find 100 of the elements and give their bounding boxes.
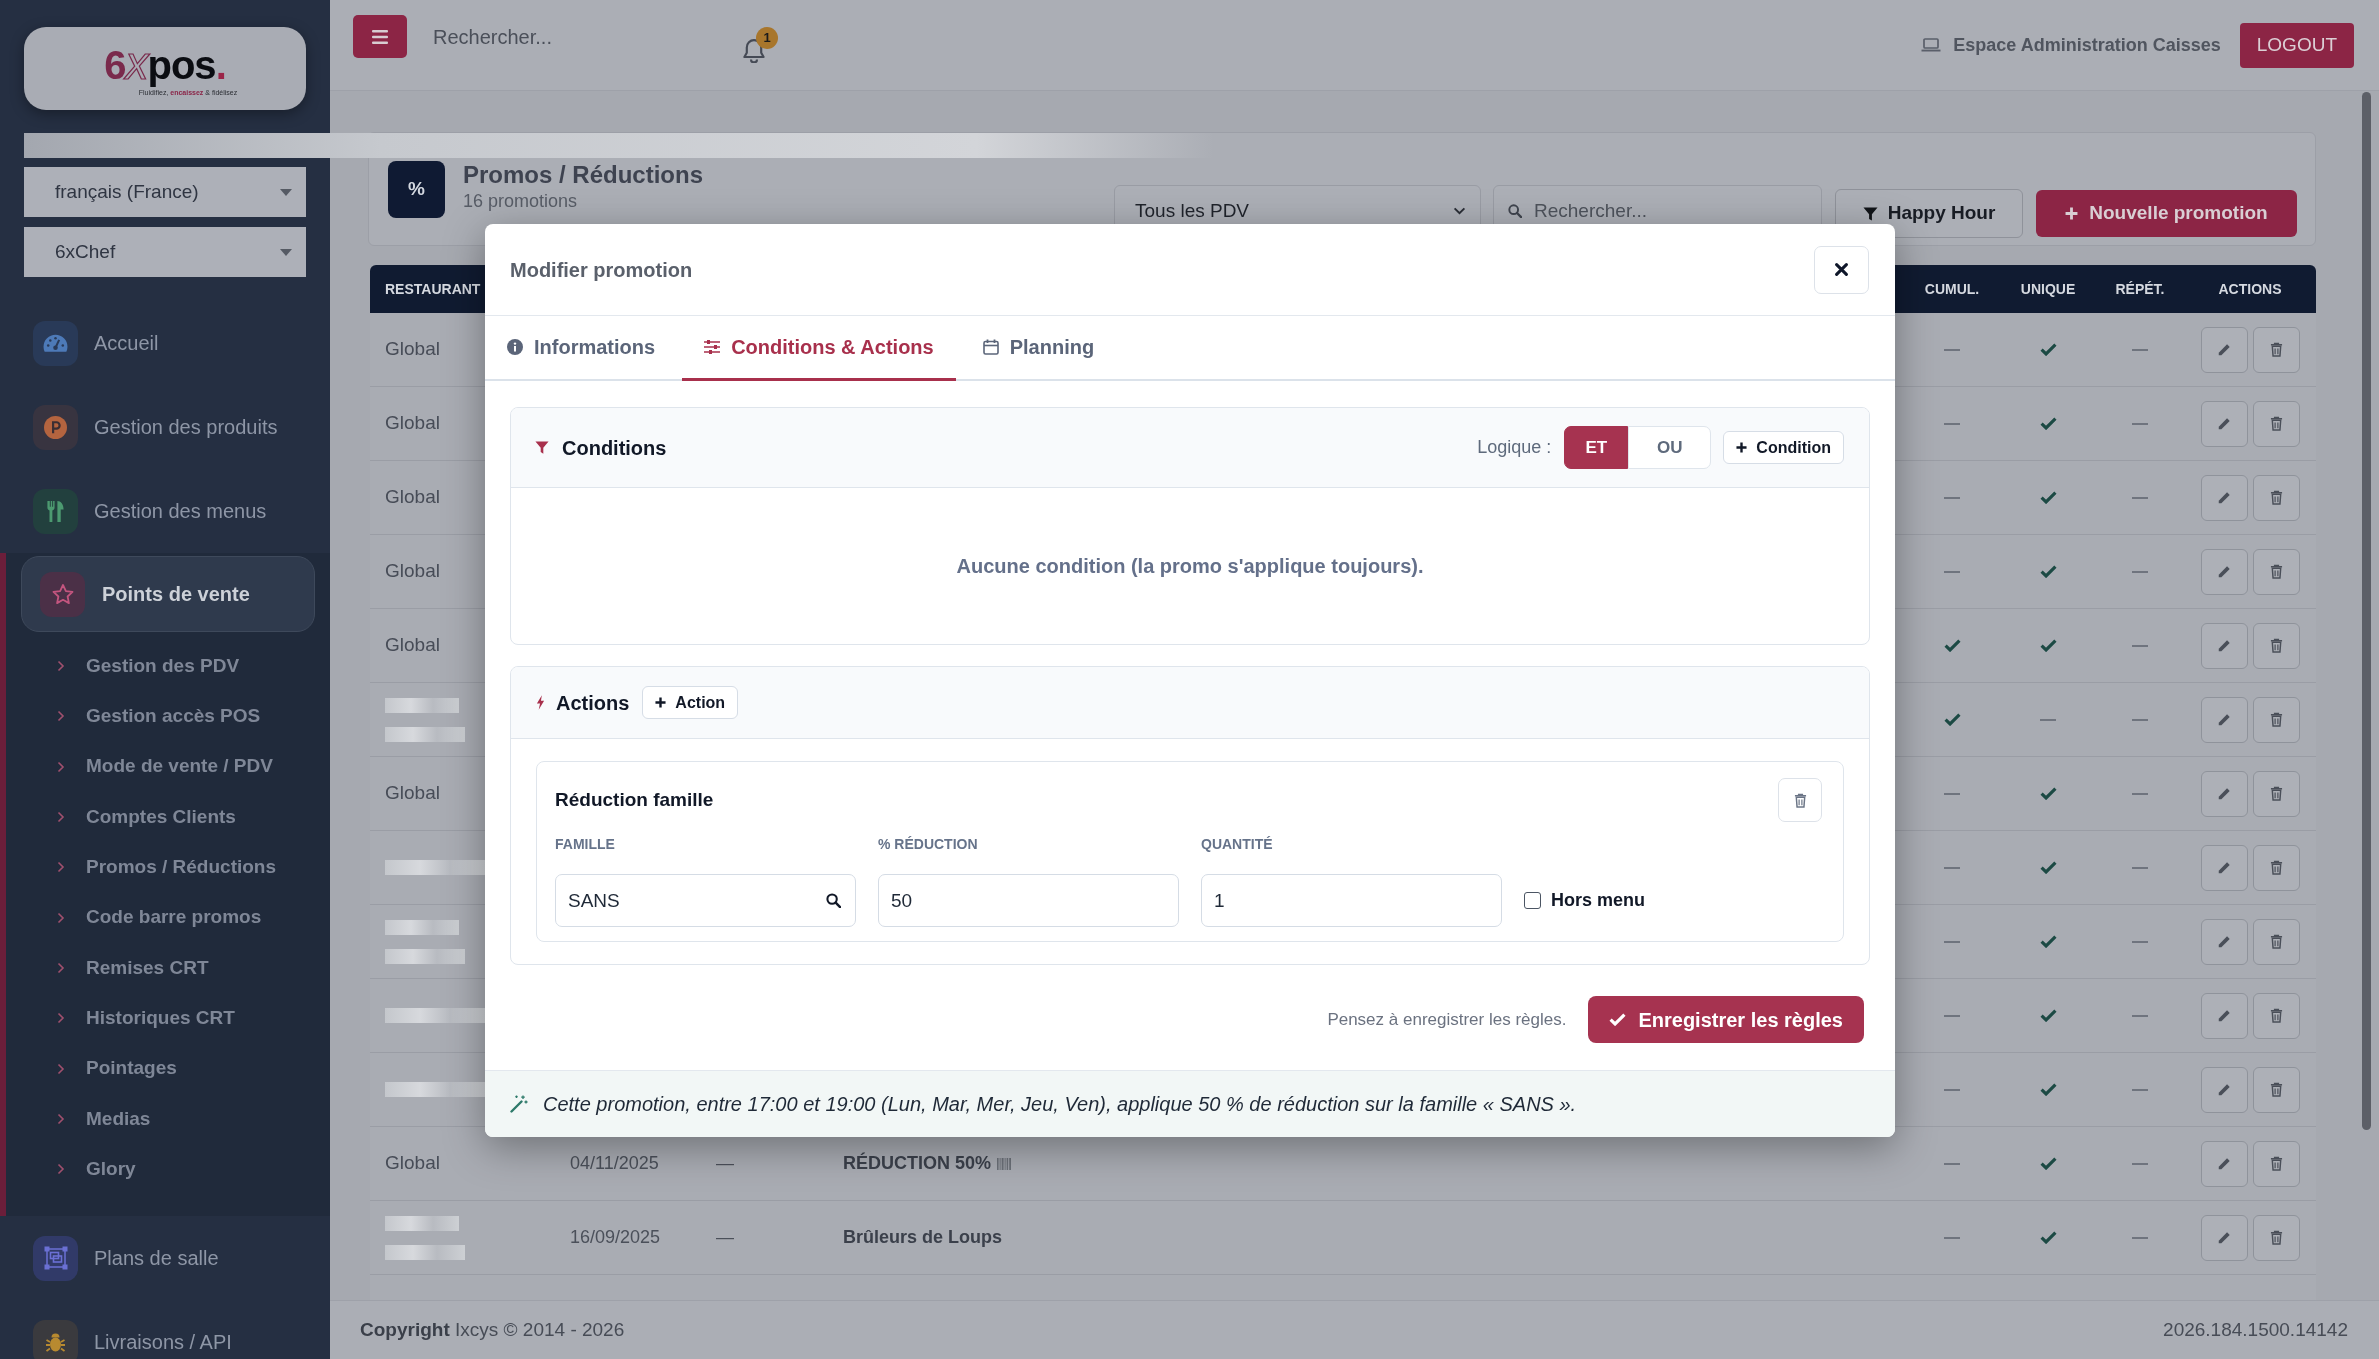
nav-item[interactable]: Gestion des menus: [0, 469, 330, 553]
submenu-item[interactable]: Comptes Clients: [6, 791, 330, 843]
edit-button[interactable]: [2200, 918, 2248, 965]
delete-button[interactable]: [2252, 844, 2300, 891]
table-cell-text: Global: [385, 337, 440, 362]
filter-icon: [1862, 205, 1878, 222]
submenu-item[interactable]: Gestion des PDV: [6, 641, 330, 692]
logo: 6xpos.: [104, 40, 226, 86]
close-icon: [1835, 263, 1848, 276]
chevron-right-icon: [57, 1163, 65, 1176]
logout-button[interactable]: LOGOUT: [2239, 22, 2354, 68]
delete-button[interactable]: [2252, 918, 2300, 965]
restaurant-select[interactable]: 6xChef: [24, 227, 306, 277]
trash-icon: [2269, 638, 2283, 653]
notification-badge: 1: [756, 27, 778, 49]
search-field[interactable]: SANS: [555, 874, 856, 927]
submenu-item[interactable]: Glory: [6, 1143, 330, 1195]
edit-button[interactable]: [2200, 992, 2248, 1039]
submenu-item[interactable]: Medias: [6, 1093, 330, 1144]
delete-button[interactable]: [2252, 696, 2300, 743]
trash-icon: [2269, 934, 2283, 949]
summary-text: Cette promotion, entre 17:00 et 19:00 (Lun, Mar, Mer, Jeu, Ven), applique 50 % de réduction sur la famille « SANS ».: [543, 1092, 1577, 1117]
input-field[interactable]: 50: [878, 874, 1179, 927]
delete-button[interactable]: [2252, 1140, 2300, 1187]
logic-label: Logique :: [1477, 436, 1552, 459]
trash-icon: [2269, 786, 2283, 801]
pencil-icon: [2217, 342, 2231, 357]
input-field[interactable]: 1: [1201, 874, 1502, 927]
submenu-item[interactable]: Mode de vente / PDV: [6, 741, 330, 792]
happy-hour-button[interactable]: Happy Hour: [1835, 189, 2023, 238]
object-group-icon: [33, 1235, 78, 1281]
menu-icon: [372, 29, 388, 44]
delete-button[interactable]: [2252, 400, 2300, 447]
add-condition-button[interactable]: Condition: [1723, 431, 1844, 464]
info-icon: [507, 339, 523, 355]
modal-title: Modifier promotion: [510, 257, 693, 283]
edit-button[interactable]: [2200, 474, 2248, 521]
hint-text: Pensez à enregistrer les règles.: [1327, 1008, 1567, 1031]
submenu-item[interactable]: Remises CRT: [6, 942, 330, 994]
edit-button[interactable]: [2200, 844, 2248, 891]
pencil-icon: [2217, 860, 2231, 875]
nav-item[interactable]: Plans de salle: [0, 1216, 330, 1301]
column-header: ACTIONS: [2218, 279, 2282, 299]
edit-button[interactable]: [2200, 696, 2248, 743]
delete-button[interactable]: [2252, 548, 2300, 595]
nav-item[interactable]: Accueil: [0, 301, 330, 385]
edit-button[interactable]: [2200, 1214, 2248, 1261]
nav-item[interactable]: Points de vente: [21, 556, 315, 632]
submenu-item[interactable]: Gestion accès POS: [6, 691, 330, 742]
logic-option[interactable]: OU: [1628, 426, 1712, 469]
section-title: Actions: [556, 690, 630, 716]
new-promotion-button[interactable]: Nouvelle promotion: [2036, 190, 2297, 237]
submenu-item[interactable]: Promos / Réductions: [6, 842, 330, 893]
tab[interactable]: Conditions & Actions: [682, 316, 956, 381]
delete-button[interactable]: [2252, 1066, 2300, 1113]
field-label: FAMILLE: [555, 834, 616, 854]
search-field[interactable]: Rechercher...: [433, 17, 723, 57]
pencil-icon: [2217, 934, 2231, 949]
delete-button[interactable]: [2252, 622, 2300, 669]
edit-button[interactable]: [2200, 1140, 2248, 1187]
menu-button[interactable]: [353, 15, 407, 58]
section-title: Conditions: [562, 435, 667, 461]
edit-button[interactable]: [2200, 326, 2248, 373]
pencil-icon: [2217, 416, 2231, 431]
table-cell-text: Global: [385, 485, 440, 510]
delete-button[interactable]: [2252, 992, 2300, 1039]
delete-button[interactable]: [2252, 474, 2300, 521]
delete-button[interactable]: [2252, 1214, 2300, 1261]
edit-button[interactable]: [2200, 770, 2248, 817]
tab[interactable]: Planning: [960, 316, 1117, 381]
nav-item[interactable]: Livraisons / API: [0, 1300, 330, 1359]
edit-button[interactable]: [2200, 622, 2248, 669]
edit-button[interactable]: [2200, 548, 2248, 595]
checkbox[interactable]: [1524, 892, 1541, 909]
submenu-item[interactable]: Code barre promos: [6, 892, 330, 943]
submenu-item[interactable]: Historiques CRT: [6, 993, 330, 1044]
page-subtitle: 16 promotions: [463, 190, 579, 213]
action-title: Réduction famille: [555, 787, 714, 812]
save-rules-button[interactable]: Enregistrer les règles: [1588, 996, 1864, 1043]
edit-button[interactable]: [2200, 1066, 2248, 1113]
nav-item[interactable]: Gestion des produits: [0, 385, 330, 469]
chevron-right-icon: [57, 660, 65, 673]
language-select[interactable]: français (France): [24, 167, 306, 217]
delete-button[interactable]: [2252, 326, 2300, 373]
chevron-right-icon: [57, 760, 65, 773]
bug-icon: [33, 1319, 78, 1359]
add-action-button[interactable]: Action: [642, 686, 739, 719]
logic-option[interactable]: ET: [1564, 426, 1629, 469]
table-cell-text: Global: [385, 411, 440, 436]
close-button[interactable]: [1814, 245, 1869, 294]
trash-icon: [2269, 416, 2283, 431]
trash-icon: [2269, 342, 2283, 357]
tab[interactable]: Informations: [485, 316, 678, 381]
bell-icon[interactable]: [743, 39, 765, 63]
delete-button[interactable]: [2252, 770, 2300, 817]
table-cell-text: —: [716, 1152, 734, 1175]
empty-state-text: Aucune condition (la promo s'applique toujours).: [956, 554, 1424, 579]
edit-button[interactable]: [2200, 400, 2248, 447]
submenu-item[interactable]: Pointages: [6, 1043, 330, 1094]
page-icon-badge: %: [388, 161, 445, 218]
